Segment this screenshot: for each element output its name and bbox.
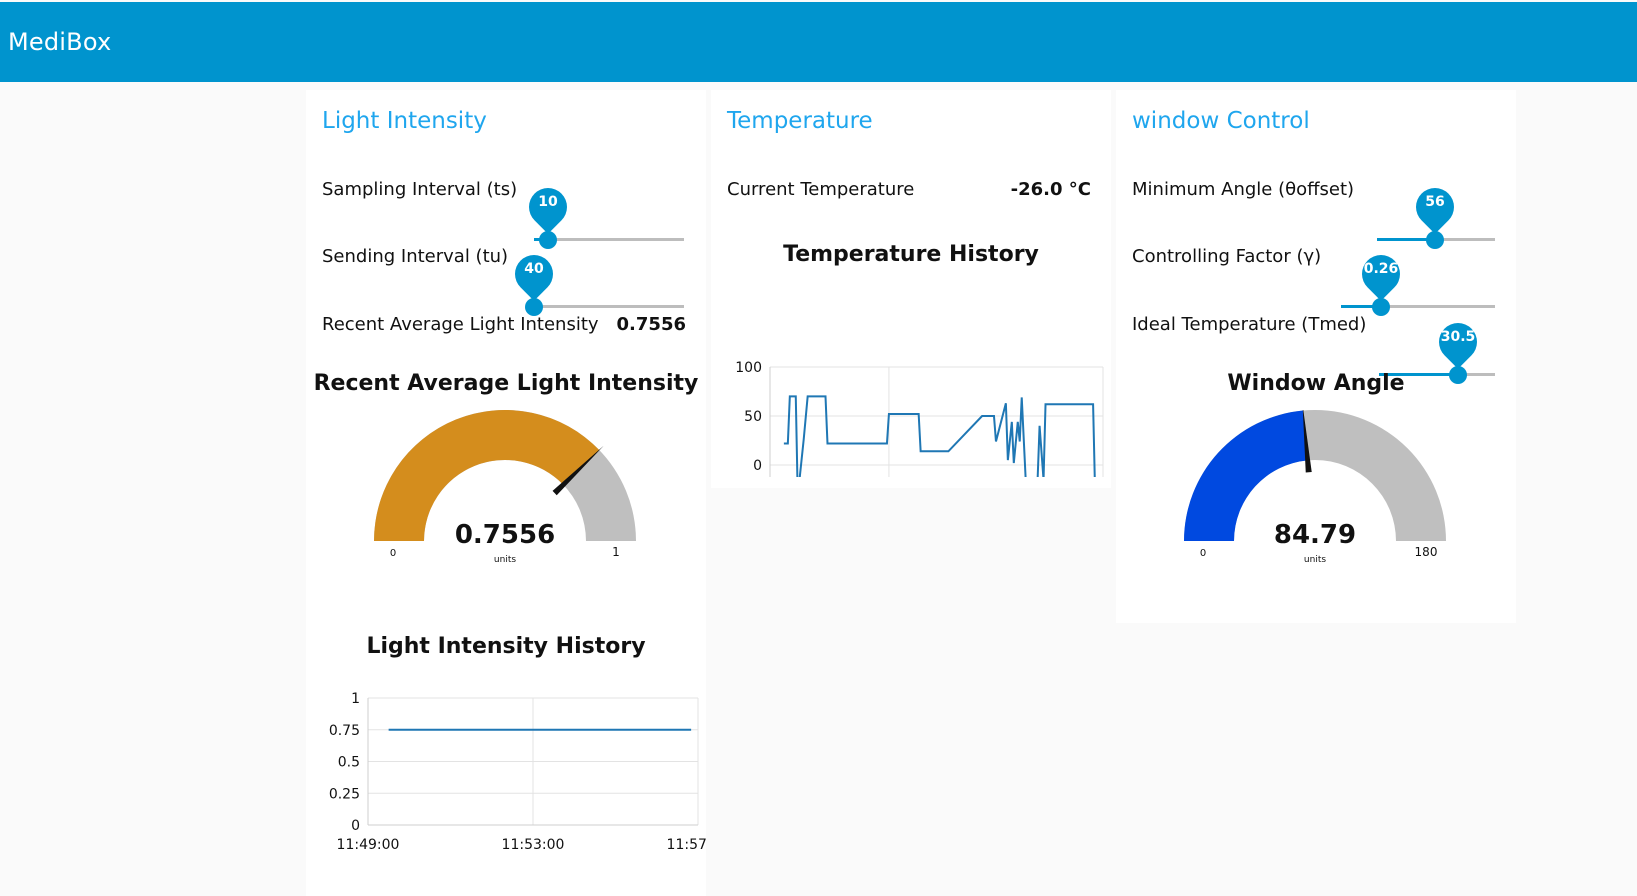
ideal-temperature-value: 30.5 (1440, 329, 1476, 345)
light-intensity-title: Light Intensity (322, 108, 487, 134)
y-tick-label: 0.75 (329, 723, 360, 739)
sampling-interval-thumb[interactable] (539, 231, 557, 249)
temperature-history-chart: 100500-5011:45:0011:50:0011:59:00 (735, 360, 1104, 477)
y-tick-label: 0.25 (329, 786, 360, 802)
x-tick-label: 11:49:00 (337, 837, 400, 853)
y-tick-label: 0.5 (338, 755, 360, 771)
window-gauge-units: units (1304, 555, 1326, 565)
window-gauge-value: 84.79 (1274, 520, 1356, 550)
light-gauge-max: 1 (612, 545, 620, 559)
light-gauge-units: units (494, 555, 516, 565)
sending-interval-value: 40 (524, 261, 544, 277)
window-gauge: 84.79 units 0 180 (1184, 410, 1446, 565)
controlling-factor-label: Controlling Factor (γ) (1132, 246, 1322, 267)
x-tick-label: 11:57:00 (667, 837, 706, 853)
minimum-angle-value: 56 (1425, 194, 1445, 210)
y-tick-label: 1 (351, 691, 360, 707)
temperature-title: Temperature (727, 108, 873, 134)
light-history-title: Light Intensity History (366, 634, 646, 659)
recent-average-value: 0.7556 (616, 314, 686, 335)
sampling-interval-value: 10 (538, 194, 558, 210)
current-temperature-label: Current Temperature (727, 179, 915, 200)
x-tick-label: 11:53:00 (502, 837, 565, 853)
controlling-factor-thumb[interactable] (1372, 298, 1390, 316)
sending-interval-label: Sending Interval (tu) (322, 246, 509, 267)
window-gauge-title: Window Angle (1227, 371, 1405, 396)
light-gauge-title: Recent Average Light Intensity (313, 371, 699, 396)
temperature-card: Temperature Current Temperature -26.0 °C… (711, 90, 1111, 488)
y-tick-label: 0 (351, 818, 360, 834)
y-tick-label: 100 (735, 360, 762, 376)
light-gauge-min: 0 (390, 548, 396, 559)
ideal-temperature-label: Ideal Temperature (Tmed) (1132, 314, 1367, 335)
recent-average-label: Recent Average Light Intensity (322, 314, 599, 335)
sampling-interval-label: Sampling Interval (ts) (322, 179, 518, 200)
current-temperature-value: -26.0 °C (1010, 179, 1091, 200)
sampling-interval-slider[interactable]: 10 (521, 180, 684, 258)
light-gauge-value: 0.7556 (455, 520, 555, 550)
y-tick-label: 50 (744, 409, 762, 425)
window-gauge-max: 180 (1415, 545, 1438, 559)
light-history-chart: 1 0.75 0.5 0.25 0 11:49:00 11:53:00 11:57:00 (329, 691, 706, 853)
window-gauge-min: 0 (1200, 548, 1206, 559)
header-bar: MediBox (0, 2, 1637, 82)
app-title: MediBox (8, 28, 112, 56)
minimum-angle-thumb[interactable] (1426, 231, 1444, 249)
window-control-title: window Control (1132, 108, 1310, 134)
window-control-card: window Control Minimum Angle (θoffset) 5… (1116, 90, 1516, 623)
minimum-angle-slider[interactable]: 56 (1377, 180, 1495, 258)
controlling-factor-value: 0.26 (1363, 261, 1399, 277)
y-tick-label: 0 (753, 458, 762, 474)
minimum-angle-label: Minimum Angle (θoffset) (1132, 179, 1355, 200)
light-gauge: 0.7556 units 0 1 (374, 410, 636, 565)
temperature-history-title: Temperature History (783, 242, 1039, 267)
light-intensity-card: Light Intensity Sampling Interval (ts) 1… (306, 90, 706, 896)
